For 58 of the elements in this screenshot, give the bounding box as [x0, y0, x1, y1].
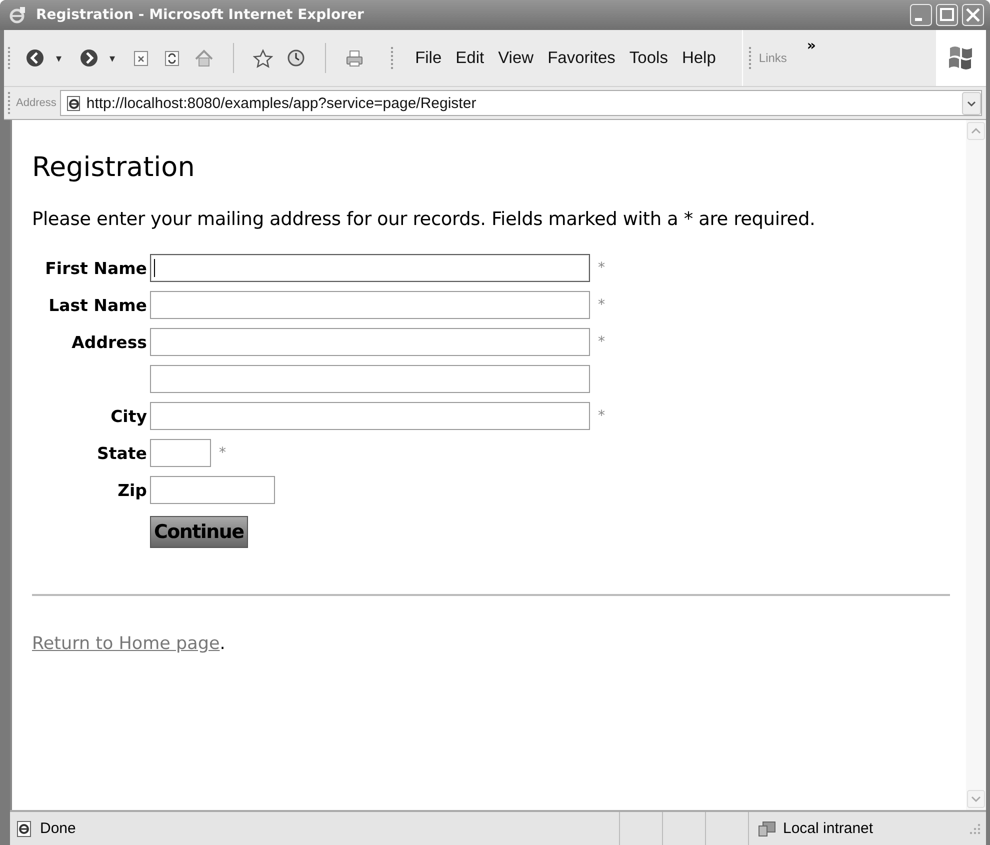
page-icon [14, 818, 34, 838]
required-mark: * [219, 445, 226, 461]
dropdown-arrow[interactable]: ▾ [110, 52, 116, 64]
menu-item[interactable]: Help [674, 46, 723, 70]
field-label: Zip [116, 480, 148, 500]
close-icon[interactable] [962, 4, 984, 26]
field-label: Address [70, 332, 148, 352]
field-label: City [110, 406, 148, 426]
address-field[interactable]: http://localhost:8080/examples/app?service=page/Register [60, 90, 982, 116]
network-icon [757, 820, 777, 838]
stop-icon[interactable] [132, 48, 150, 68]
scroll-up-icon[interactable] [967, 122, 985, 140]
menu-item[interactable]: Favorites [540, 46, 622, 70]
text-input[interactable] [150, 365, 590, 393]
dropdown-arrow[interactable]: ▾ [56, 52, 62, 64]
field-label: Last Name [48, 296, 148, 314]
home-link[interactable]: Return to Home page [32, 634, 220, 654]
forward-icon[interactable] [78, 48, 99, 68]
text-input[interactable] [150, 439, 211, 467]
text-input[interactable] [150, 254, 590, 282]
text-input[interactable] [150, 328, 590, 356]
browser-icon [8, 6, 26, 24]
printer-icon[interactable] [345, 48, 364, 68]
menu-item[interactable]: View [491, 46, 541, 70]
status-text: Done [40, 820, 76, 837]
maximize-icon[interactable] [936, 4, 958, 26]
chevron-button[interactable]: » [806, 38, 816, 54]
text-input[interactable] [150, 402, 590, 430]
refresh-icon[interactable] [163, 48, 182, 68]
scroll-down-icon[interactable] [967, 790, 985, 808]
minimize-icon[interactable] [910, 4, 932, 26]
page-icon [65, 94, 82, 112]
field-label: First Name [44, 258, 148, 278]
home-icon[interactable] [194, 48, 214, 68]
required-mark: * [598, 260, 605, 276]
punctuation: . [220, 634, 226, 654]
zone-text: Local intranet [783, 820, 874, 837]
dropdown-icon[interactable] [962, 92, 981, 114]
required-mark: * [598, 297, 605, 313]
text-input[interactable] [150, 291, 590, 319]
resize-grip-icon[interactable] [968, 822, 982, 836]
text-input[interactable] [150, 476, 275, 504]
address-label: Address [16, 97, 56, 109]
address-text: http://localhost:8080/examples/app?service=page/Register [86, 94, 476, 112]
scrollbar[interactable] [966, 120, 986, 810]
field-label: State [96, 444, 148, 462]
history-icon[interactable] [286, 48, 306, 68]
star-icon[interactable] [253, 48, 274, 68]
required-mark: * [598, 408, 605, 424]
menu-item[interactable]: File [408, 46, 449, 70]
menu-item[interactable]: Tools [622, 46, 675, 70]
window-title: Registration - Microsoft Internet Explorer [36, 7, 364, 23]
menu-item[interactable]: Edit [448, 46, 492, 70]
required-mark: * [598, 334, 605, 350]
intro-text: Please enter your mailing address for our records. Fields marked with a * are required. [32, 209, 816, 230]
continue-button[interactable]: Continue [150, 516, 248, 548]
page-heading: Registration [32, 152, 196, 183]
back-icon[interactable] [25, 48, 45, 68]
